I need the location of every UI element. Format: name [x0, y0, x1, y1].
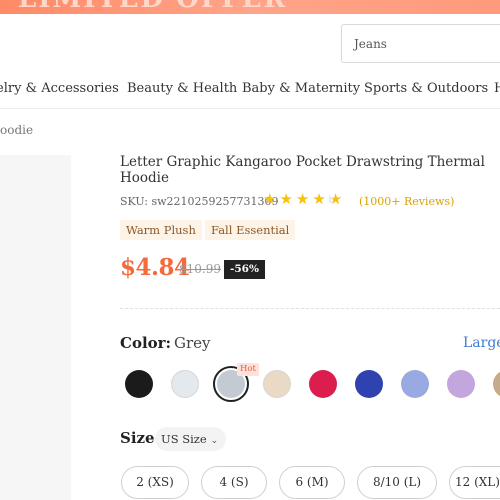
nav-divider: [0, 108, 500, 109]
nav-item-beauty-health[interactable]: Beauty & Health: [127, 81, 237, 96]
breadcrumb-item-current[interactable]: oodie: [0, 123, 33, 137]
color-swatch-khaki[interactable]: [493, 370, 500, 398]
nav-item-home[interactable]: H: [494, 81, 500, 96]
hot-badge: Hot: [237, 363, 259, 376]
color-swatch-white[interactable]: [171, 370, 199, 398]
size-system-value: US Size: [161, 432, 207, 446]
nav-item-jewelry-accessories[interactable]: elry & Accessories: [0, 81, 119, 96]
color-label: Color:: [120, 334, 172, 352]
tag-warm-plush: Warm Plush: [120, 220, 202, 240]
color-swatch-black[interactable]: [125, 370, 153, 398]
original-price: $10.99: [179, 262, 221, 276]
size-option-2-xs[interactable]: 2 (XS): [121, 466, 189, 499]
selected-color-name: Grey: [174, 334, 211, 352]
product-sku: SKU: sw2210259257731309: [120, 195, 279, 208]
product-title: Letter Graphic Kangaroo Pocket Drawstrin…: [120, 154, 485, 186]
color-swatch-lilac[interactable]: [447, 370, 475, 398]
section-divider: [120, 308, 500, 309]
size-option-12-xl[interactable]: 12 (XL): [449, 466, 500, 499]
promo-banner[interactable]: LIMITED OFFER: [0, 0, 500, 14]
star-icon: ★: [279, 190, 293, 208]
nav-item-sports-outdoors[interactable]: Sports & Outdoors: [364, 81, 488, 96]
star-icon: ★: [295, 190, 310, 208]
color-swatch-light-blue[interactable]: [401, 370, 429, 398]
reviews-link[interactable]: (1000+ Reviews): [359, 195, 454, 208]
star-icon: ★: [312, 190, 326, 208]
color-swatch-beige[interactable]: [263, 370, 291, 398]
color-swatch-red[interactable]: [309, 370, 337, 398]
rating-stars[interactable]: ★ ★ ★ ★ ★: [263, 190, 342, 209]
promo-banner-text: LIMITED OFFER: [18, 0, 287, 14]
search-input[interactable]: Jeans: [341, 24, 500, 63]
large-image-link[interactable]: Large: [463, 335, 500, 351]
discount-badge: -56%: [224, 260, 265, 279]
size-system-select[interactable]: US Size ⌄: [155, 427, 227, 451]
size-label: Size: [120, 429, 155, 447]
category-nav: elry & Accessories Beauty & Health Baby …: [0, 81, 500, 99]
product-image-gallery[interactable]: [0, 155, 71, 500]
half-star-icon: ★: [329, 191, 342, 209]
size-option-4-s[interactable]: 4 (S): [201, 466, 267, 499]
breadcrumb: oodie: [0, 123, 33, 137]
star-icon: ★: [263, 190, 277, 208]
tag-fall-essential: Fall Essential: [205, 220, 296, 240]
size-option-6-m[interactable]: 6 (M): [279, 466, 345, 499]
color-swatch-royal-blue[interactable]: [355, 370, 383, 398]
chevron-down-icon: ⌄: [210, 436, 219, 446]
nav-item-baby-maternity[interactable]: Baby & Maternity: [242, 81, 360, 96]
size-option-8-10-l[interactable]: 8/10 (L): [357, 466, 437, 499]
